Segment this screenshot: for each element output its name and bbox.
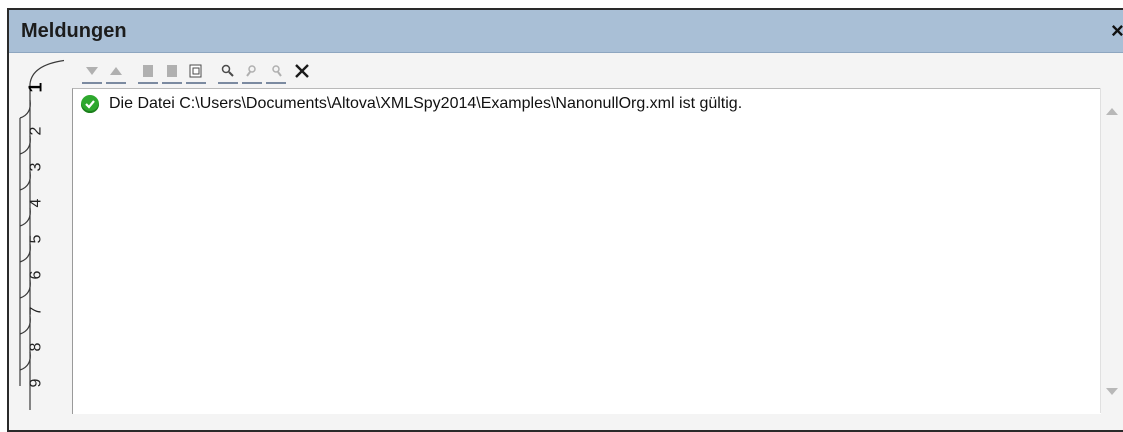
find-next-icon xyxy=(272,65,282,77)
tab-4[interactable]: 4 xyxy=(12,186,60,220)
tab-3[interactable]: 3 xyxy=(12,150,60,184)
copy-message-button[interactable] xyxy=(138,60,158,84)
window-title: Meldungen xyxy=(21,20,127,42)
tab-7[interactable]: 7 xyxy=(12,294,60,328)
scroll-down-icon[interactable] xyxy=(1106,388,1118,395)
tab-1[interactable]: 1 xyxy=(12,70,60,104)
message-text: Die Datei C:\Users\Documents\Altova\XMLS… xyxy=(109,95,743,112)
copy-message-with-children-icon xyxy=(167,65,177,77)
close-button[interactable]: × xyxy=(1111,18,1123,44)
copy-message-with-children-button[interactable] xyxy=(162,60,182,84)
tab-8[interactable]: 8 xyxy=(12,330,60,364)
previous-message-button[interactable] xyxy=(106,60,126,84)
previous-message-icon xyxy=(110,67,122,75)
next-message-icon xyxy=(86,67,98,75)
copy-all-messages-button[interactable] xyxy=(186,60,206,84)
find-button[interactable] xyxy=(218,60,238,84)
messages-list: Die Datei C:\Users\Documents\Altova\XMLS… xyxy=(72,88,1101,414)
check-circle-icon xyxy=(81,95,99,113)
messages-toolbar xyxy=(72,58,1122,86)
next-message-button[interactable] xyxy=(82,60,102,84)
clear-button[interactable] xyxy=(292,60,312,84)
find-icon xyxy=(221,64,234,77)
title-bar: Meldungen × xyxy=(9,10,1123,53)
tab-9[interactable]: 9 xyxy=(12,366,60,400)
tab-strip: 1 2 3 4 5 6 7 8 9 xyxy=(12,50,64,410)
vertical-scrollbar[interactable] xyxy=(1100,88,1123,413)
tab-6[interactable]: 6 xyxy=(12,258,60,292)
copy-all-messages-icon xyxy=(189,64,202,78)
copy-message-icon xyxy=(143,65,153,77)
tab-2[interactable]: 2 xyxy=(12,114,60,148)
scroll-up-icon[interactable] xyxy=(1106,108,1118,115)
find-previous-button[interactable] xyxy=(242,60,262,84)
tab-5[interactable]: 5 xyxy=(12,222,60,256)
find-next-button[interactable] xyxy=(266,60,286,84)
list-item[interactable]: Die Datei C:\Users\Documents\Altova\XMLS… xyxy=(81,95,742,113)
find-previous-icon xyxy=(246,65,256,77)
clear-icon xyxy=(295,64,309,78)
